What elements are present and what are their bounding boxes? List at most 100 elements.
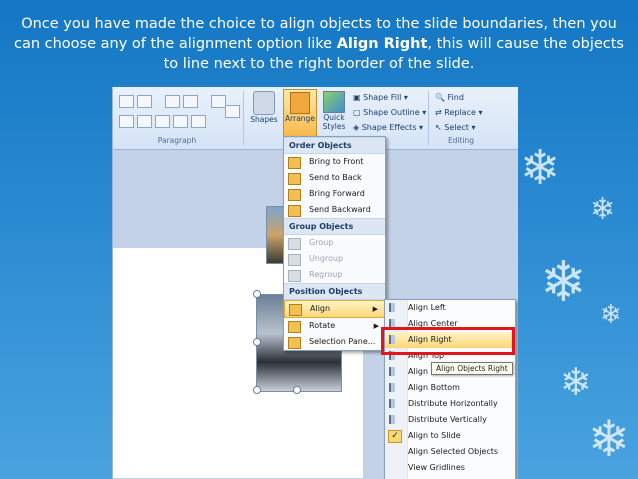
group-label: Group <box>309 238 334 247</box>
group-separator <box>243 91 244 145</box>
powerpoint-screenshot: Paragraph Shapes Arrange Quick Styles ▣ … <box>112 87 518 479</box>
shape-outline-button[interactable]: ▢ Shape Outline ▾ <box>353 108 426 117</box>
select-label: Select <box>444 123 469 132</box>
distribute-horizontally-label: Distribute Horizontally <box>408 399 498 408</box>
replace-button[interactable]: ⇄ Replace ▾ <box>435 108 482 117</box>
selection-pane-icon <box>288 337 301 349</box>
send-backward-item[interactable]: Send Backward <box>284 202 385 218</box>
align-icon <box>289 304 302 316</box>
checkmark-icon: ✓ <box>388 430 402 443</box>
selection-handle[interactable] <box>253 386 261 394</box>
replace-label: Replace <box>444 108 476 117</box>
find-label: Find <box>447 93 464 102</box>
align-label: Align <box>310 304 331 313</box>
text-direction-button[interactable] <box>225 105 240 118</box>
align-submenu: Align Left Align Center Align Right Alig… <box>384 299 516 479</box>
selection-pane-item[interactable]: Selection Pane... <box>284 334 385 350</box>
selection-pane-label: Selection Pane... <box>309 337 376 346</box>
align-item[interactable]: Align ▶ <box>284 300 385 318</box>
rotate-label: Rotate <box>309 321 336 330</box>
regroup-item[interactable]: Regroup <box>284 267 385 283</box>
bring-forward-item[interactable]: Bring Forward <box>284 186 385 202</box>
columns-button[interactable] <box>191 115 206 128</box>
shape-effects-button[interactable]: ◈ Shape Effects ▾ <box>353 123 423 132</box>
group-objects-header: Group Objects <box>284 218 385 235</box>
snowflake-icon: ❄ <box>560 360 592 404</box>
highlight-box <box>381 327 515 355</box>
paragraph-group-label: Paragraph <box>157 136 197 145</box>
send-backward-icon <box>288 205 301 217</box>
view-gridlines-item[interactable]: View Gridlines <box>385 460 515 476</box>
editing-group-label: Editing <box>447 136 475 145</box>
align-bottom-label: Align Bottom <box>408 383 460 392</box>
selection-handle[interactable] <box>253 290 261 298</box>
submenu-arrow-icon: ▶ <box>373 322 379 330</box>
send-to-back-label: Send to Back <box>309 173 362 182</box>
align-selected-objects-item[interactable]: Align Selected Objects <box>385 444 515 460</box>
justify-button[interactable] <box>173 115 188 128</box>
align-bottom-icon <box>389 383 401 392</box>
slide-caption: Once you have made the choice to align o… <box>10 14 628 74</box>
arrange-button[interactable]: Arrange <box>283 89 317 137</box>
distribute-horizontally-item[interactable]: Distribute Horizontally <box>385 396 515 412</box>
caption-bold: Align Right <box>336 36 428 52</box>
bring-to-front-label: Bring to Front <box>309 157 364 166</box>
submenu-arrow-icon: ▶ <box>372 305 378 313</box>
send-to-back-icon <box>288 173 301 185</box>
distribute-horizontally-icon <box>389 399 401 408</box>
selection-handle[interactable] <box>293 386 301 394</box>
align-to-slide-item[interactable]: ✓ Align to Slide <box>385 428 515 444</box>
shapes-button[interactable]: Shapes <box>249 91 279 124</box>
quick-styles-button[interactable]: Quick Styles <box>319 91 349 131</box>
snowflake-icon: ❄ <box>590 192 616 227</box>
group-item[interactable]: Group <box>284 235 385 251</box>
view-gridlines-label: View Gridlines <box>408 463 465 472</box>
regroup-label: Regroup <box>309 270 343 279</box>
align-middle-icon <box>389 367 401 376</box>
selection-handle[interactable] <box>253 338 261 346</box>
align-left-button[interactable] <box>119 115 134 128</box>
bring-to-front-item[interactable]: Bring to Front <box>284 154 385 170</box>
align-left-label: Align Left <box>408 303 446 312</box>
center-button[interactable] <box>137 115 152 128</box>
shape-outline-label: Shape Outline <box>363 108 420 117</box>
bring-forward-icon <box>288 189 301 201</box>
bullets-button[interactable] <box>119 95 134 108</box>
line-spacing-button[interactable] <box>211 95 226 108</box>
increase-indent-button[interactable] <box>183 95 198 108</box>
regroup-icon <box>288 270 301 282</box>
position-objects-header: Position Objects <box>284 283 385 300</box>
distribute-vertically-item[interactable]: Distribute Vertically <box>385 412 515 428</box>
ungroup-item[interactable]: Ungroup <box>284 251 385 267</box>
bring-to-front-icon <box>288 157 301 169</box>
quick-styles-label: Quick Styles <box>322 113 346 131</box>
ungroup-label: Ungroup <box>309 254 344 263</box>
align-left-icon <box>389 303 401 312</box>
order-objects-header: Order Objects <box>284 137 385 154</box>
snowflake-icon: ❄ <box>520 140 561 196</box>
distribute-vertically-label: Distribute Vertically <box>408 415 487 424</box>
send-backward-label: Send Backward <box>309 205 371 214</box>
group-icon <box>288 238 301 250</box>
align-bottom-item[interactable]: Align Bottom <box>385 380 515 396</box>
snowflake-icon: ❄ <box>588 410 630 468</box>
ungroup-icon <box>288 254 301 266</box>
arrange-menu: Order Objects Bring to Front Send to Bac… <box>283 136 386 351</box>
rotate-icon <box>288 321 301 333</box>
align-selected-objects-label: Align Selected Objects <box>408 447 499 456</box>
group-separator <box>428 91 429 145</box>
rotate-item[interactable]: Rotate ▶ <box>284 318 385 334</box>
numbering-button[interactable] <box>137 95 152 108</box>
shape-fill-button[interactable]: ▣ Shape Fill ▾ <box>353 93 408 102</box>
distribute-vertically-icon <box>389 415 401 424</box>
align-right-button[interactable] <box>155 115 170 128</box>
arrange-icon <box>290 92 310 114</box>
send-to-back-item[interactable]: Send to Back <box>284 170 385 186</box>
arrange-label: Arrange <box>285 114 315 123</box>
select-button[interactable]: ↖ Select ▾ <box>435 123 476 132</box>
decrease-indent-button[interactable] <box>165 95 180 108</box>
quick-styles-icon <box>323 91 345 113</box>
find-button[interactable]: 🔍 Find <box>435 93 464 102</box>
align-left-item[interactable]: Align Left <box>385 300 515 316</box>
align-right-tooltip: Align Objects Right <box>431 362 513 375</box>
